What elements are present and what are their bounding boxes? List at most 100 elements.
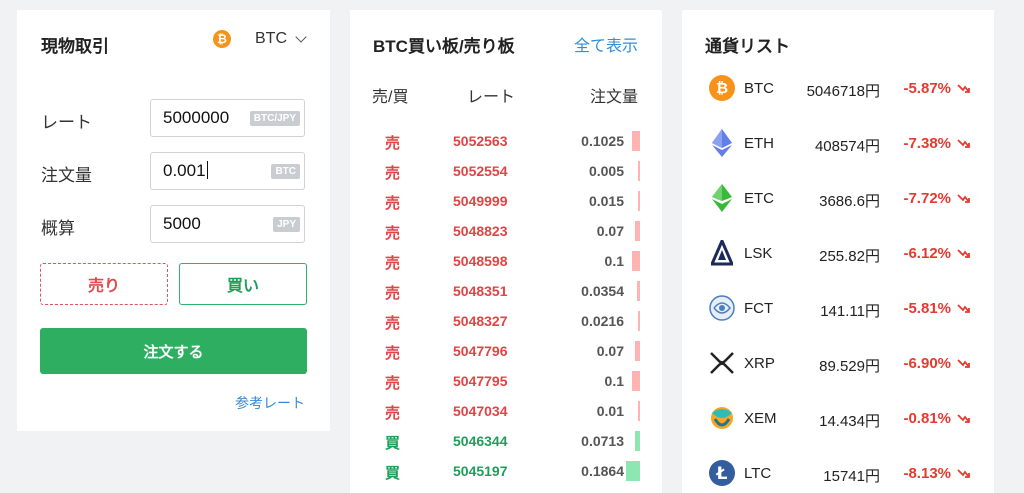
depth-bar bbox=[638, 161, 640, 181]
svg-text:Ł: Ł bbox=[716, 464, 728, 484]
order-amount: 0.1 bbox=[604, 373, 624, 389]
order-amount: 0.07 bbox=[596, 343, 624, 359]
depth-bar bbox=[637, 281, 640, 301]
currency-row-ltc[interactable]: Ł LTC 15741円 -8.13% bbox=[682, 450, 994, 493]
lsk-icon bbox=[709, 240, 735, 266]
order-book-row[interactable]: 買 5045197 0.1864 bbox=[350, 456, 662, 486]
rate-input[interactable]: 5000000 BTC/JPY bbox=[150, 99, 305, 137]
place-order-button[interactable]: 注文する bbox=[40, 328, 307, 374]
currency-price: 89.529円 bbox=[819, 358, 880, 375]
currency-change: -0.81% bbox=[903, 410, 951, 427]
order-amount: 0.0354 bbox=[581, 283, 624, 299]
currency-row-fct[interactable]: FCT 141.11円 -5.81% bbox=[682, 285, 994, 340]
xem-icon bbox=[709, 405, 735, 431]
order-rate: 5047796 bbox=[453, 343, 508, 359]
btc-icon: ₿ bbox=[709, 75, 735, 101]
order-book-row[interactable]: 売 5048598 0.1 bbox=[350, 246, 662, 276]
order-side: 売 bbox=[385, 225, 401, 242]
depth-bar bbox=[632, 251, 640, 271]
rate-unit-badge: BTC/JPY bbox=[249, 110, 300, 126]
order-book-row[interactable]: 売 5052563 0.1025 bbox=[350, 126, 662, 156]
currency-change: -5.81% bbox=[903, 300, 951, 317]
estimate-unit-badge: JPY bbox=[273, 216, 300, 232]
order-side: 売 bbox=[385, 315, 401, 332]
sell-button[interactable]: 売り bbox=[40, 263, 168, 305]
order-book-row[interactable]: 売 5048351 0.0354 bbox=[350, 276, 662, 306]
show-all-link[interactable]: 全て表示 bbox=[574, 32, 638, 56]
currency-price: 255.82円 bbox=[819, 248, 880, 265]
ltc-icon: Ł bbox=[709, 460, 735, 486]
currency-price: 5046718円 bbox=[806, 83, 880, 100]
amount-value: 0.001 bbox=[163, 161, 206, 180]
trend-down-icon bbox=[957, 84, 970, 93]
amount-label: 注文量 bbox=[41, 166, 92, 185]
order-side: 売 bbox=[385, 165, 401, 182]
order-book-row[interactable]: 売 5047034 0.01 bbox=[350, 396, 662, 426]
trend-down-icon bbox=[957, 194, 970, 203]
depth-bar bbox=[635, 221, 640, 241]
depth-bar bbox=[635, 341, 640, 361]
order-amount: 0.015 bbox=[588, 193, 624, 209]
text-cursor bbox=[206, 161, 208, 179]
order-rate: 5048327 bbox=[453, 313, 508, 329]
coin-select-dropdown[interactable]: ₿ BTC bbox=[213, 30, 307, 48]
order-rate: 5049999 bbox=[453, 193, 508, 209]
currency-row-eth[interactable]: ETH 408574円 -7.38% bbox=[682, 120, 994, 175]
column-header-rate: レート bbox=[467, 89, 516, 106]
svg-text:₿: ₿ bbox=[716, 79, 728, 97]
coin-select-label: BTC bbox=[255, 30, 287, 47]
amount-input[interactable]: 0.001 BTC bbox=[150, 152, 305, 190]
etc-icon bbox=[709, 184, 735, 212]
order-book-row[interactable]: 買 5046344 0.0713 bbox=[350, 426, 662, 456]
currency-symbol: ETH bbox=[744, 135, 774, 152]
order-amount: 0.1025 bbox=[581, 133, 624, 149]
currency-rows: ₿ BTC 5046718円 -5.87% ETH 408574円 -7.38% ETC 368… bbox=[682, 65, 994, 493]
currency-row-etc[interactable]: ETC 3686.6円 -7.72% bbox=[682, 175, 994, 230]
trend-down-icon bbox=[957, 469, 970, 478]
order-book-row[interactable]: 売 5048823 0.07 bbox=[350, 216, 662, 246]
order-book-row[interactable]: 売 5047796 0.07 bbox=[350, 336, 662, 366]
depth-bar bbox=[638, 311, 640, 331]
order-side: 売 bbox=[385, 375, 401, 392]
order-book-row[interactable]: 売 5052554 0.005 bbox=[350, 156, 662, 186]
buy-button[interactable]: 買い bbox=[179, 263, 307, 305]
depth-bar bbox=[626, 461, 640, 481]
estimate-label: 概算 bbox=[41, 219, 75, 238]
btc-icon: ₿ bbox=[213, 30, 231, 48]
currency-change: -5.87% bbox=[903, 80, 951, 97]
estimate-value: 5000 bbox=[163, 214, 201, 233]
chevron-down-icon bbox=[295, 31, 307, 43]
spot-trade-panel: 現物取引 ₿ BTC レート 5000000 BTC/JPY 注文量 0.001… bbox=[17, 10, 330, 431]
order-rate: 5045197 bbox=[453, 463, 508, 479]
fct-icon bbox=[709, 295, 735, 321]
currency-row-btc[interactable]: ₿ BTC 5046718円 -5.87% bbox=[682, 65, 994, 120]
order-book-panel: BTC買い板/売り板 全て表示 売/買 レート 注文量 売 5052563 0.10… bbox=[350, 10, 662, 493]
reference-rate-link[interactable]: 参考レート bbox=[235, 393, 305, 413]
currency-change: -6.12% bbox=[903, 245, 951, 262]
depth-bar bbox=[638, 401, 640, 421]
order-book-row[interactable]: 売 5048327 0.0216 bbox=[350, 306, 662, 336]
order-rate: 5048823 bbox=[453, 223, 508, 239]
order-book-row[interactable]: 売 5047795 0.1 bbox=[350, 366, 662, 396]
amount-unit-badge: BTC bbox=[271, 163, 300, 179]
currency-row-xrp[interactable]: XRP 89.529円 -6.90% bbox=[682, 340, 994, 395]
currency-row-lsk[interactable]: LSK 255.82円 -6.12% bbox=[682, 230, 994, 285]
currency-row-xem[interactable]: XEM 14.434円 -0.81% bbox=[682, 395, 994, 450]
panel-title: 現物取引 bbox=[41, 37, 109, 56]
panel-title: BTC買い板/売り板 bbox=[373, 37, 515, 56]
order-side: 売 bbox=[385, 135, 401, 152]
currency-symbol: XRP bbox=[744, 355, 775, 372]
currency-symbol: BTC bbox=[744, 80, 774, 97]
order-amount: 0.01 bbox=[596, 403, 624, 419]
currency-change: -8.13% bbox=[903, 465, 951, 482]
currency-symbol: LSK bbox=[744, 245, 773, 262]
depth-bar bbox=[632, 371, 640, 391]
order-amount: 0.005 bbox=[588, 163, 624, 179]
column-header-amount: 注文量 bbox=[589, 89, 638, 106]
currency-symbol: LTC bbox=[744, 465, 772, 482]
currency-price: 14.434円 bbox=[819, 413, 880, 430]
order-book-row[interactable]: 売 5049999 0.015 bbox=[350, 186, 662, 216]
estimate-input[interactable]: 5000 JPY bbox=[150, 205, 305, 243]
currency-symbol: XEM bbox=[744, 410, 777, 427]
order-amount: 0.1 bbox=[604, 253, 624, 269]
